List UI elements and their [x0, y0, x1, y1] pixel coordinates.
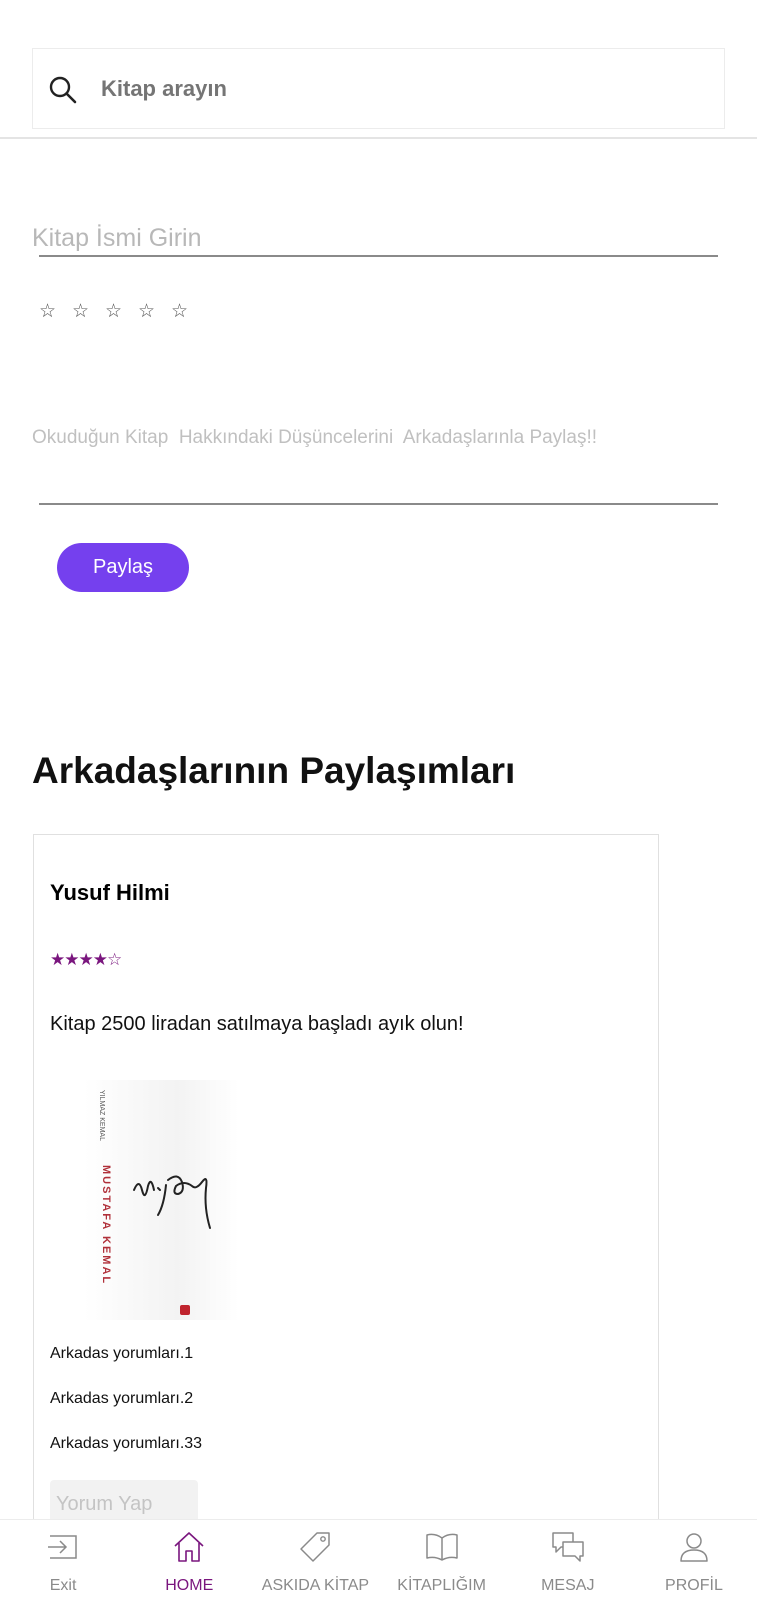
post-rating: ★★★★☆ — [50, 950, 122, 969]
comment-item: Arkadas yorumları.2 — [50, 1390, 194, 1407]
nav-label: MESAJ — [541, 1577, 595, 1594]
tag-icon — [300, 1532, 331, 1562]
book-icon — [425, 1533, 458, 1561]
nav-label: Exit — [49, 1577, 77, 1594]
post-author[interactable]: Yusuf Hilmi — [50, 880, 170, 906]
nav-item-message[interactable]: MESAJ — [505, 1520, 631, 1600]
signature-icon — [133, 1175, 211, 1229]
rating-star-4-icon[interactable]: ☆ — [130, 302, 163, 322]
chat-icon — [552, 1532, 584, 1562]
book-name-underline — [39, 255, 718, 257]
nav-item-library[interactable]: KİTAPLIĞIM — [379, 1520, 505, 1600]
publisher-logo — [180, 1305, 190, 1315]
nav-item-askida-kitap[interactable]: ASKIDA KİTAP — [252, 1520, 378, 1600]
feed-title: Arkadaşlarının Paylaşımları — [32, 750, 516, 791]
nav-item-exit[interactable]: Exit — [0, 1520, 126, 1600]
rating-star-1-icon[interactable]: ☆ — [31, 302, 64, 322]
rating-star-3-icon[interactable]: ☆ — [97, 302, 130, 322]
nav-item-profile[interactable]: PROFİL — [631, 1520, 757, 1600]
nav-label: PROFİL — [665, 1577, 723, 1594]
header-divider — [0, 137, 757, 139]
nav-label: ASKIDA KİTAP — [261, 1577, 370, 1594]
post-card: Yusuf Hilmi ★★★★☆ Kitap 2500 liradan sat… — [33, 834, 659, 1600]
comment-item: Arkadas yorumları.33 — [50, 1435, 203, 1452]
comment-item: Arkadas yorumları.1 — [50, 1345, 194, 1362]
nav-label: KİTAPLIĞIM — [397, 1577, 486, 1594]
search-icon[interactable] — [48, 75, 78, 105]
cover-small-text: YILMAZ KEMAL — [98, 1090, 105, 1141]
thoughts-underline — [39, 503, 718, 505]
bottom-nav: Exit HOME ASKIDA KİTAP KİTAPLIĞIM MESAJ … — [0, 1519, 757, 1600]
exit-icon — [48, 1535, 77, 1559]
nav-item-home[interactable]: HOME — [126, 1520, 252, 1600]
rating-input[interactable]: ☆ ☆ ☆ ☆ ☆ — [31, 302, 196, 322]
thoughts-input[interactable] — [32, 420, 718, 456]
home-icon — [174, 1532, 204, 1562]
share-button[interactable]: Paylaş — [57, 543, 189, 592]
nav-label: HOME — [165, 1577, 214, 1594]
book-name-input[interactable] — [32, 220, 718, 256]
search-input[interactable] — [101, 69, 701, 109]
book-cover-image[interactable]: YILMAZ KEMAL MUSTAFA KEMAL — [84, 1080, 239, 1320]
rating-star-2-icon[interactable]: ☆ — [64, 302, 97, 322]
user-icon — [680, 1533, 708, 1562]
post-text: Kitap 2500 liradan satılmaya başladı ayı… — [50, 1013, 464, 1035]
search-bar — [32, 48, 725, 129]
rating-star-5-icon[interactable]: ☆ — [163, 302, 196, 322]
